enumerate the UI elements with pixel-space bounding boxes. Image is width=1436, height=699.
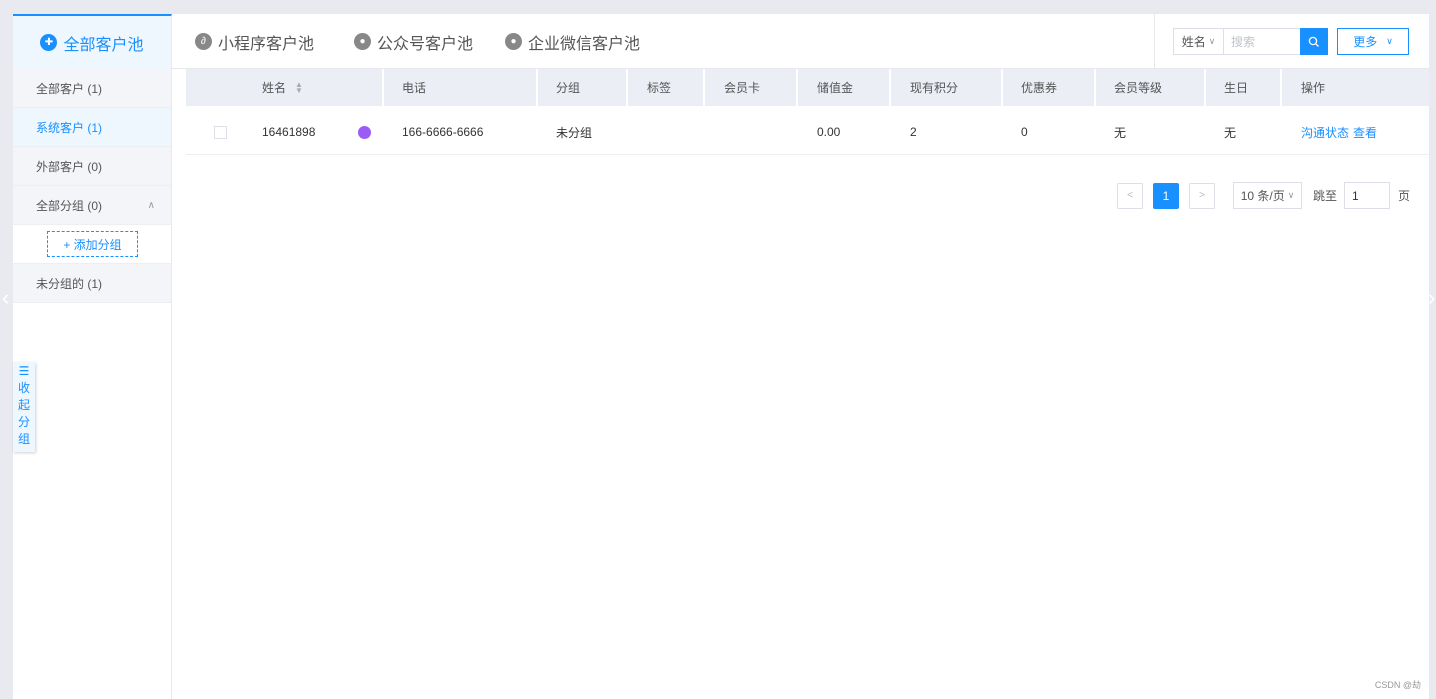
cell-group: 未分组 [556,125,593,140]
sidebar-item-all-groups[interactable]: 全部分组 (0) ∧ [13,186,171,225]
column-header-group: 分组 [538,69,626,106]
collapse-label-char: 分 [17,415,30,429]
tab-miniapp-pool[interactable]: ∂ 小程序客户池 [195,14,314,69]
tab-label: 企业微信客户池 [528,35,641,53]
menu-icon: ☰ [18,364,30,378]
sidebar-item-ungrouped[interactable]: 未分组的 (1) [13,264,171,303]
group-sidebar: 全部客户 (1) 系统客户 (1) 外部客户 (0) 全部分组 (0) ∧ + … [13,69,172,699]
column-header-label: 姓名 [262,81,287,95]
filter-field-select[interactable]: 姓名 ∨ [1173,28,1223,55]
chevron-down-icon: ∨ [1386,36,1393,46]
column-header-birthday: 生日 [1206,69,1280,106]
main-panel: ✚ 全部客户池 ∂ 小程序客户池 ● 公众号客户池 ● 企业微信客户池 姓名 ∨ [13,14,1429,699]
jump-page-input[interactable]: 1 [1344,182,1391,209]
column-header-label: 优惠券 [1021,81,1058,95]
cell-member-level: 无 [1114,125,1127,140]
tab-all-pool[interactable]: ✚ 全部客户池 [13,14,172,69]
collapse-label-char: 组 [17,432,30,446]
sidebar-item-label: 外部客户 (0) [36,159,103,174]
column-header-label: 标签 [647,81,672,95]
chat-icon: ● [505,33,522,50]
jump-label: 跳至 [1313,189,1338,203]
tab-label: 公众号客户池 [377,35,474,53]
column-header-coupons: 优惠券 [1003,69,1094,106]
sidebar-item-all-customers[interactable]: 全部客户 (1) [13,69,171,108]
collapse-label-char: 起 [17,398,30,412]
chevron-up-icon: ∧ [147,199,155,211]
more-button[interactable]: 更多 ∨ [1337,28,1409,55]
row-checkbox-cell [214,109,227,155]
chevron-left-icon: < [1127,190,1133,201]
tab-wecom-pool[interactable]: ● 企业微信客户池 [505,14,640,69]
search-input[interactable] [1223,28,1301,55]
add-group-row: + 添加分组 [13,225,171,264]
page-size-select[interactable]: 10 条/页 ∨ [1233,182,1302,209]
search-icon [1308,36,1319,47]
sidebar-item-external-customers[interactable]: 外部客户 (0) [13,147,171,186]
column-header-label: 会员等级 [1114,81,1163,95]
tab-label: 小程序客户池 [218,35,315,53]
user-icon: ● [354,33,371,50]
add-group-button[interactable]: + 添加分组 [47,231,138,257]
row-checkbox[interactable] [214,125,227,139]
sidebar-item-label: 未分组的 (1) [36,276,103,291]
sidebar-item-system-customers[interactable]: 系统客户 (1) [13,108,171,147]
next-page-button[interactable]: > [1189,182,1215,209]
prev-page-button[interactable]: < [1117,182,1143,209]
tab-label: 全部客户池 [63,36,144,54]
column-header-points: 现有积分 [891,69,1001,106]
cell-balance: 0.00 [817,125,841,139]
page-number-current[interactable]: 1 [1153,182,1179,209]
sidebar-item-label: 系统客户 (1) [36,120,103,135]
column-header-label: 会员卡 [724,81,761,95]
sidebar-item-label: 全部分组 (0) [36,198,103,213]
pagination: < 1 > 10 条/页 ∨ 跳至 1 页 [1117,182,1410,209]
column-header-tag: 标签 [628,69,703,106]
tab-bar: ✚ 全部客户池 ∂ 小程序客户池 ● 公众号客户池 ● 企业微信客户池 姓名 ∨ [13,14,1429,69]
miniapp-icon: ∂ [195,33,212,50]
cell-coupons: 0 [1021,125,1028,139]
chevron-right-icon: > [1199,190,1205,201]
cell-birthday: 无 [1224,125,1237,140]
column-header-balance: 储值金 [798,69,889,106]
filter-field-value: 姓名 [1181,35,1206,49]
sort-icon: ▲ ▼ [295,79,303,95]
column-header-label: 储值金 [817,81,854,95]
page-suffix: 页 [1398,189,1411,203]
column-header-label: 现有积分 [910,81,959,95]
column-header-label: 分组 [556,81,581,95]
column-header-label: 生日 [1224,81,1249,95]
communication-status-link[interactable]: 沟通状态 [1301,124,1349,141]
cell-points: 2 [910,125,917,139]
table-header: 姓名 ▲ ▼ 电话 分组 标签 会员卡 储值金 现有积分 优惠券 会员等级 生日… [186,69,1429,106]
column-header-member-card: 会员卡 [705,69,796,106]
cell-actions: 沟通状态 查看 [1301,109,1377,155]
search-button[interactable] [1300,28,1328,55]
column-header-label: 电话 [402,81,427,95]
column-header-phone: 电话 [384,69,536,106]
cell-phone: 166-6666-6666 [402,125,484,139]
chevron-down-icon: ∨ [1287,190,1295,200]
column-header-name[interactable]: 姓名 ▲ ▼ [186,69,382,106]
column-header-actions: 操作 [1282,69,1429,106]
chevron-left-icon[interactable]: ‹ [2,285,9,311]
cell-source [358,109,371,155]
chevron-right-icon[interactable]: › [1428,285,1435,311]
column-header-label: 操作 [1301,81,1326,95]
tab-official-account-pool[interactable]: ● 公众号客户池 [354,14,473,69]
watermark-credit: CSDN @劫 [1374,680,1421,690]
cell-name: 16461898 [262,125,316,139]
more-label: 更多 [1353,35,1378,49]
chevron-down-icon: ∨ [1208,36,1216,46]
collapse-label-char: 收 [17,381,30,395]
sidebar-item-label: 全部客户 (1) [36,81,103,96]
miniapp-badge-icon [358,125,371,139]
toolbar: 姓名 ∨ 更多 ∨ [1154,14,1429,69]
column-header-member-level: 会员等级 [1096,69,1204,106]
grid-icon: ✚ [40,34,58,51]
view-link[interactable]: 查看 [1353,124,1377,141]
page-size-value: 10 条/页 [1240,189,1285,203]
collapse-groups-button[interactable]: ☰ 收 起 分 组 [13,362,35,452]
table-row: 16461898 166-6666-6666 未分组 0.00 2 0 无 无 … [186,109,1429,155]
